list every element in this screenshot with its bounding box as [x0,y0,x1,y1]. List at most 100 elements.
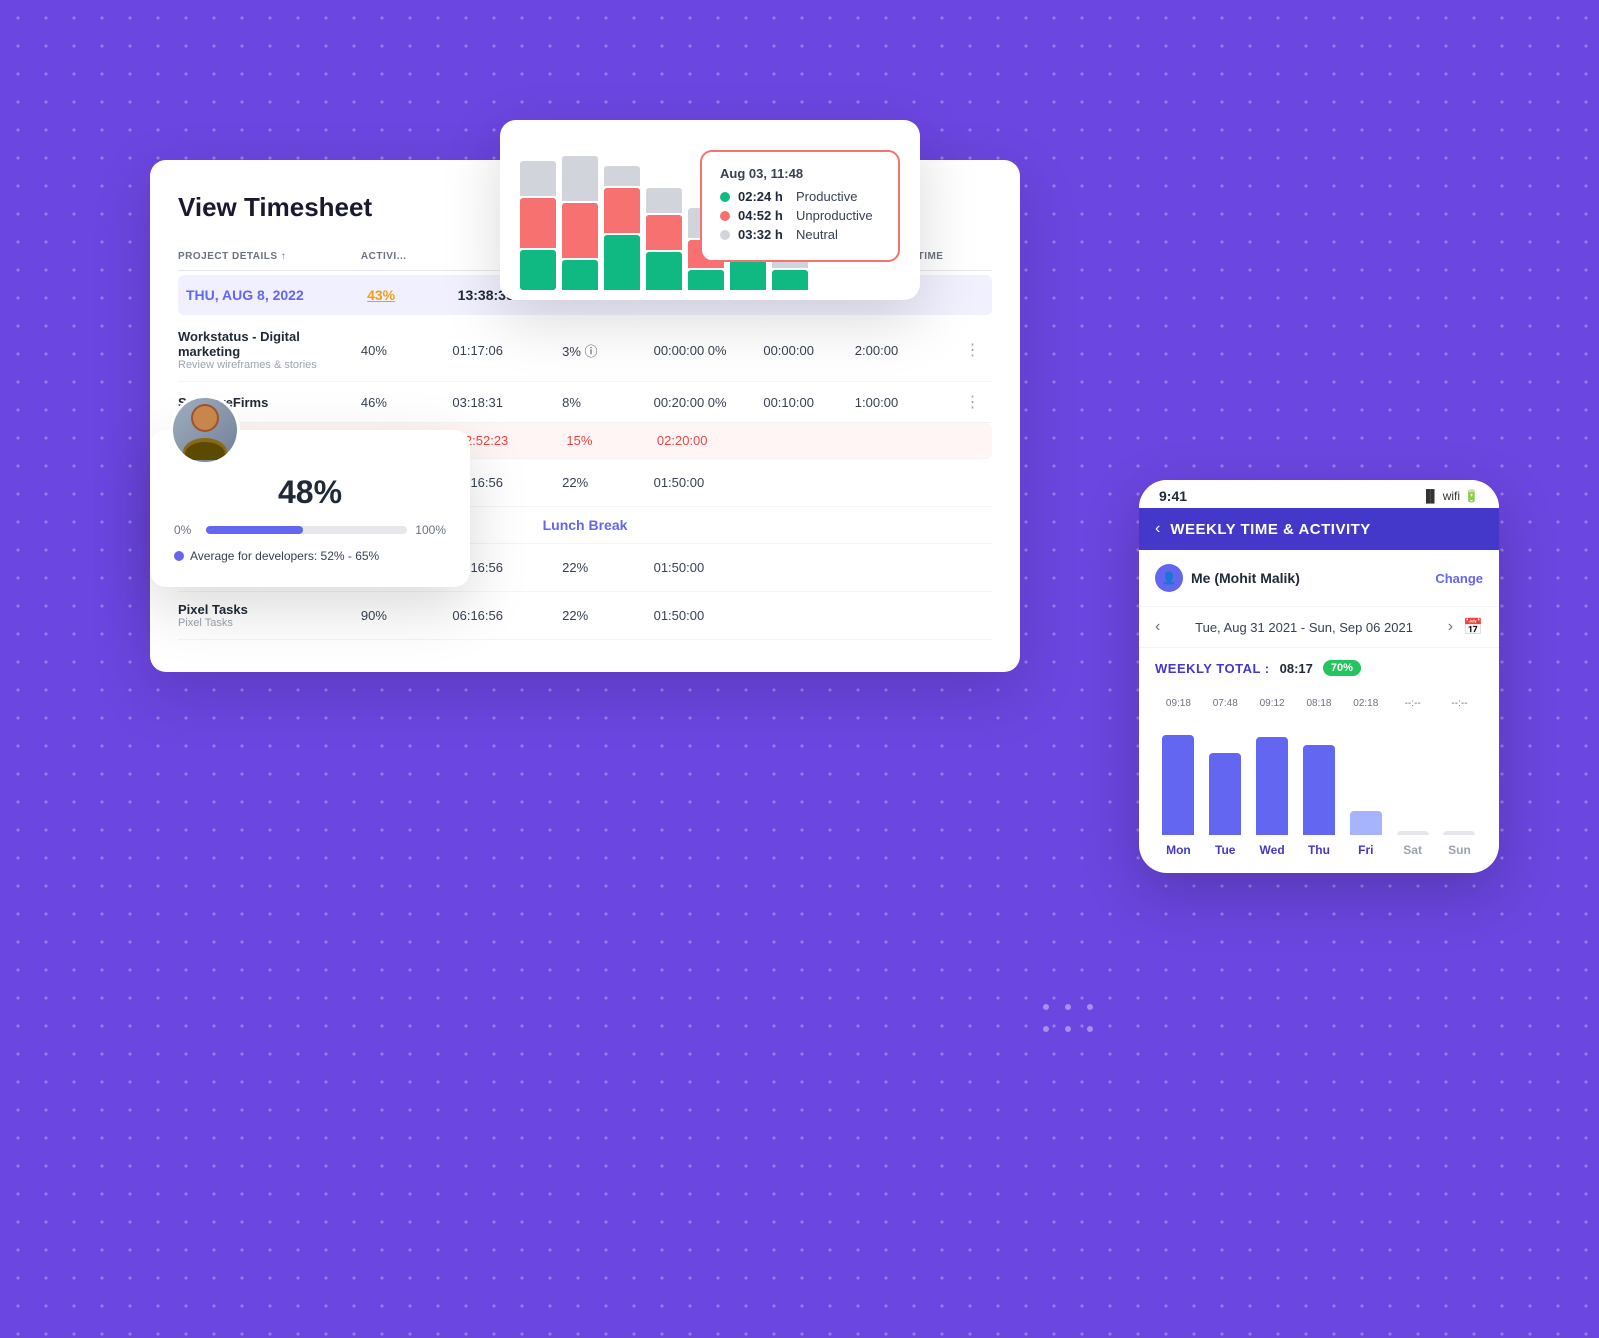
chart-bar-group-2 [562,156,598,290]
task-pixel-time: 06:16:56 [452,608,562,623]
bar-productive-6 [730,260,766,290]
change-button[interactable]: Change [1435,571,1483,586]
chart-bar-group-4 [646,188,682,290]
bar-productive-5 [688,270,724,290]
avatar [170,395,240,465]
lunch-break-label: Lunch Break [543,517,628,533]
bar-sat-fill [1397,831,1429,835]
productive-time: 02:24 h [738,189,788,204]
calendar-icon[interactable]: 📅 [1463,617,1483,637]
date-label: THU, AUG 8, 2022 [186,287,367,303]
task-2-effective: 1:00:00 [855,395,965,410]
weekly-total-label: WEEKLY TOTAL : [1155,661,1270,676]
bar-productive-3 [604,235,640,290]
progress-max: 100% [415,523,446,537]
productive-label: Productive [796,189,857,204]
mobile-header-title: WEEKLY TIME & ACTIVITY [1170,521,1370,538]
day-label-sat: Sat [1393,843,1433,857]
main-container: Aug 03, 11:48 02:24 h Productive 04:52 h… [120,100,1519,1238]
task-1-activity: 40% [361,343,452,358]
task-row-2: SoftwareFirms 46% 03:18:31 8% 00:20:00 0… [178,382,992,423]
next-date-button[interactable]: › [1448,618,1453,636]
average-text: Average for developers: 52% - 65% [190,549,379,563]
productive-dot [720,192,730,202]
task-pixel-idle-time: 01:50:00 [654,608,764,623]
chart-bar-group-7 [772,258,808,290]
col-project: PROJECT DETAILS ↑ [178,251,361,262]
date-nav-row: ‹ Tue, Aug 31 2021 - Sun, Sep 06 2021 › … [1139,607,1499,648]
bar-fri [1346,811,1386,835]
mobile-time: 9:41 [1159,488,1187,504]
prev-date-button[interactable]: ‹ [1155,618,1160,636]
signal-icon: ▐▌ [1422,489,1439,503]
bar-thu [1299,745,1339,835]
activity-percent: 48% [174,474,446,511]
bar-time-labels: 09:18 07:48 09:12 08:18 02:18 --:-- --:-… [1155,698,1483,709]
task-2-idle-time: 00:20:00 0% [654,395,764,410]
bar-productive-7 [772,270,808,290]
task-pixel-sub: Pixel Tasks [178,617,361,629]
unproductive-time: 04:52 h [738,208,788,223]
bar-tue-fill [1209,753,1241,835]
bar-time-fri: 02:18 [1346,698,1386,709]
average-label: Average for developers: 52% - 65% [174,549,446,563]
task-1-break: 00:00:00 [763,343,854,358]
weekly-chart: 09:18 07:48 09:12 08:18 02:18 --:-- --:-… [1139,688,1499,873]
tooltip-productive: 02:24 h Productive [720,189,880,204]
bar-unproductive-4 [646,215,682,250]
user-name: Me (Mohit Malik) [1191,570,1300,586]
chart-area: Aug 03, 11:48 02:24 h Productive 04:52 h… [500,120,920,300]
day-label-thu: Thu [1299,843,1339,857]
bar-neutral-2 [562,156,598,201]
day-label-mon: Mon [1158,843,1198,857]
task-1-menu[interactable]: ⋮ [965,340,992,360]
task-pixel-info: Pixel Tasks Pixel Tasks [178,602,361,629]
progress-bar-bg [206,526,407,534]
chart-bar-group-1 [520,161,556,290]
bar-productive-2 [562,260,598,290]
weekly-total-row: WEEKLY TOTAL : 08:17 70% [1139,648,1499,688]
unproductive-dot [720,211,730,221]
bar-wed [1252,737,1292,835]
bar-fri-fill [1350,811,1382,835]
bar-time-wed: 09:12 [1252,698,1292,709]
neutral-dot [720,230,730,240]
back-button[interactable]: ‹ [1155,520,1160,538]
battery-icon: 🔋 [1464,489,1479,503]
chart-tooltip: Aug 03, 11:48 02:24 h Productive 04:52 h… [700,150,900,262]
mobile-user-info: 👤 Me (Mohit Malik) [1155,564,1300,592]
bar-neutral-3 [604,166,640,186]
task-1-info: Workstatus - Digital marketing Review wi… [178,329,361,371]
task-2-break: 00:10:00 [763,395,854,410]
chart-popup: Aug 03, 11:48 02:24 h Productive 04:52 h… [500,120,920,300]
day-labels: Mon Tue Wed Thu Fri Sat Sun [1155,843,1483,857]
bars-area [1155,715,1483,835]
bar-tue [1205,753,1245,835]
progress-container: 0% 100% [174,523,446,537]
bar-sun [1439,831,1479,835]
bar-productive-1 [520,250,556,290]
chart-bar-group-3 [604,166,640,290]
task-pixel-activity: 90% [361,608,452,623]
bar-productive-4 [646,252,682,290]
task-row-1: Workstatus - Digital marketing Review wi… [178,319,992,382]
date-nav-right: › 📅 [1448,617,1483,637]
task-invoicera-idle-time: 01:50:00 [654,560,764,575]
bar-time-mon: 09:18 [1158,698,1198,709]
task-h-time: 12:52:23 [458,433,567,448]
date-range-text: Tue, Aug 31 2021 - Sun, Sep 06 2021 [1195,620,1413,635]
progress-min: 0% [174,523,198,537]
task-2-menu[interactable]: ⋮ [965,392,992,412]
mobile-card: 9:41 ▐▌ wifi 🔋 ‹ WEEKLY TIME & ACTIVITY … [1139,480,1499,873]
neutral-label: Neutral [796,227,838,242]
tooltip-neutral: 03:32 h Neutral [720,227,880,242]
bar-thu-fill [1303,745,1335,835]
col-activity: ACTIVI... [361,251,452,262]
bar-time-sat: --:-- [1393,698,1433,709]
bar-neutral-4 [646,188,682,213]
bar-mon-fill [1162,735,1194,835]
task-2-idle: 8% [562,395,653,410]
task-1-idle-time: 00:00:00 0% [654,343,764,358]
bar-unproductive-3 [604,188,640,233]
mobile-header: ‹ WEEKLY TIME & ACTIVITY [1139,508,1499,550]
